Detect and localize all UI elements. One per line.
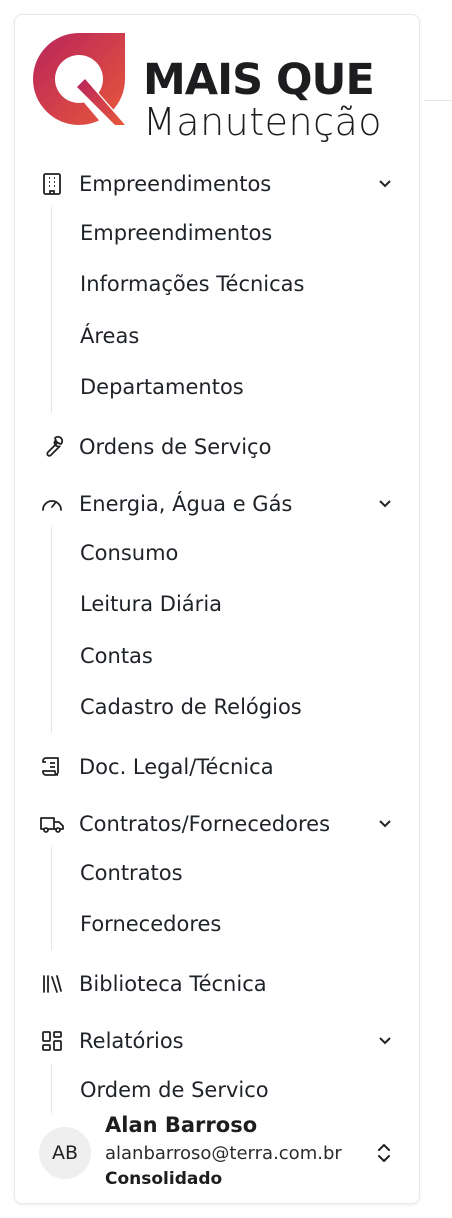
nav-biblioteca-tecnica[interactable]: Biblioteca Técnica [15,961,419,1007]
chevron-down-icon[interactable] [375,493,395,513]
user-name: Alan Barroso [105,1113,258,1137]
submenu-item[interactable]: Informações Técnicas [52,259,419,311]
submenu-item[interactable]: Contas [52,630,419,682]
user-email: alanbarroso@terra.com.br [105,1143,342,1164]
chevron-down-icon[interactable] [375,813,395,833]
avatar: AB [39,1127,91,1179]
building-icon [39,171,65,197]
gauge-icon [39,491,65,517]
chevron-up-down-icon[interactable] [375,1141,393,1165]
submenu-relatorios: Ordem de Servico [51,1064,419,1116]
submenu-energia: Consumo Leitura Diária Contas Cadastro d… [51,527,419,734]
nav-label: Relatórios [79,1029,184,1053]
nav-empreendimentos[interactable]: Empreendimentos [15,161,419,207]
nav-relatorios[interactable]: Relatórios [15,1018,419,1064]
submenu-empreendimentos: Empreendimentos Informações Técnicas Áre… [51,207,419,414]
truck-icon [39,811,65,837]
dashboard-icon [39,1028,65,1054]
nav-label: Energia, Água e Gás [79,492,293,516]
nav-energia-agua-gas[interactable]: Energia, Água e Gás [15,481,419,527]
brand-title: MAIS QUE [143,55,375,105]
submenu-item[interactable]: Cadastro de Relógios [52,682,419,734]
logo-mark-icon [33,33,127,125]
submenu-item[interactable]: Áreas [52,310,419,362]
sidebar: MAIS QUE Manutenção Empreendimentos Empr… [14,14,420,1204]
submenu-item[interactable]: Consumo [52,527,419,579]
brand-subtitle: Manutenção [143,100,383,144]
nav-label: Contratos/Fornecedores [79,812,331,836]
submenu-item[interactable]: Leitura Diária [52,579,419,631]
chevron-down-icon[interactable] [375,173,395,193]
nav-contratos-fornecedores[interactable]: Contratos/Fornecedores [15,801,419,847]
header-divider [424,100,452,101]
brand-logo[interactable]: MAIS QUE Manutenção [29,29,419,141]
user-menu[interactable]: AB Alan Barroso alanbarroso@terra.com.br… [15,1113,419,1203]
nav-ordens-de-servico[interactable]: Ordens de Serviço [15,424,419,470]
user-organization: Consolidado [105,1169,223,1189]
submenu-contratos: Contratos Fornecedores [51,847,419,951]
main-nav: Empreendimentos Empreendimentos Informaç… [15,161,419,1116]
nav-label: Empreendimentos [79,172,272,196]
submenu-item[interactable]: Departamentos [52,362,419,414]
submenu-item[interactable]: Empreendimentos [52,207,419,259]
chevron-down-icon[interactable] [375,1030,395,1050]
library-icon [39,971,65,997]
submenu-item[interactable]: Contratos [52,847,419,899]
scroll-icon [39,754,65,780]
nav-label: Ordens de Serviço [79,435,272,459]
nav-label: Biblioteca Técnica [79,972,267,996]
wrench-icon [39,434,65,460]
submenu-item[interactable]: Ordem de Servico [52,1064,419,1116]
nav-doc-legal-tecnica[interactable]: Doc. Legal/Técnica [15,744,419,790]
submenu-item[interactable]: Fornecedores [52,899,419,951]
nav-label: Doc. Legal/Técnica [79,755,274,779]
